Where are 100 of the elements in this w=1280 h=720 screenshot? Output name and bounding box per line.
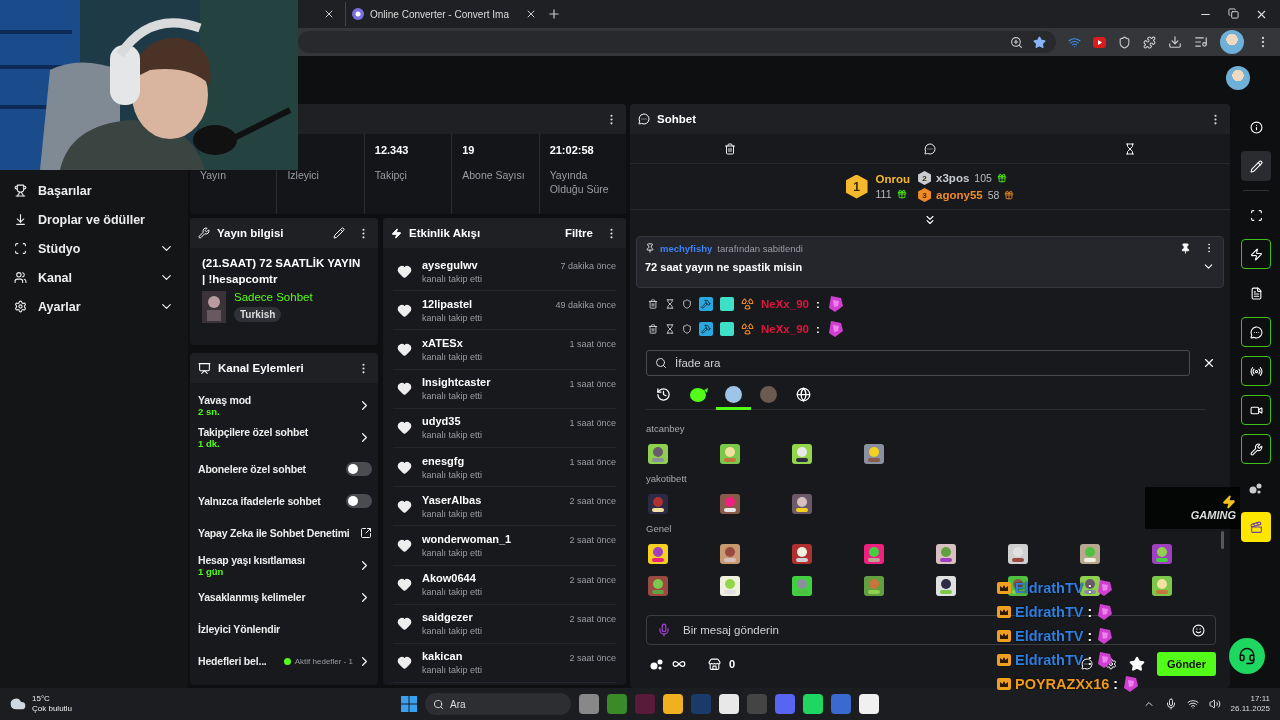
settings-icon[interactable] xyxy=(1104,658,1117,670)
category-link[interactable]: Sadece Sohbet xyxy=(234,291,313,304)
chat-username[interactable]: NeXx_90 xyxy=(761,297,809,310)
emote-icon[interactable] xyxy=(862,574,886,598)
trash-icon[interactable] xyxy=(648,323,658,334)
bookmark-star-icon[interactable] xyxy=(1033,35,1046,49)
zoom-icon[interactable] xyxy=(1010,35,1023,49)
emote-icon[interactable] xyxy=(790,492,814,516)
shield-icon[interactable] xyxy=(682,323,692,334)
taskbar-search[interactable]: Ara xyxy=(425,693,571,715)
emoji-icon[interactable] xyxy=(1192,623,1205,637)
emote-icon[interactable] xyxy=(790,574,814,598)
microphone-icon[interactable] xyxy=(1164,698,1177,710)
action-label[interactable]: Yasaklanmış kelimeler xyxy=(198,591,306,603)
app-icon[interactable] xyxy=(663,694,683,714)
toggle-switch[interactable] xyxy=(346,462,372,476)
tab-close-icon[interactable] xyxy=(323,8,335,20)
emote-search-field[interactable]: İfade ara xyxy=(673,356,1181,370)
emote-icon[interactable] xyxy=(718,442,742,466)
app-icon[interactable] xyxy=(803,694,823,714)
action-label[interactable]: Abonelere özel sohbet xyxy=(198,463,306,475)
action-label[interactable]: Yalnızca ifadelerle sohbet xyxy=(198,495,321,507)
star-icon[interactable] xyxy=(1128,656,1145,672)
emote-icon[interactable] xyxy=(790,542,814,566)
action-label[interactable]: Yapay Zeka ile Sohbet Denetimi xyxy=(198,527,350,539)
shield-icon[interactable] xyxy=(682,298,692,309)
volume-icon[interactable] xyxy=(1208,698,1221,710)
hourglass-icon[interactable] xyxy=(665,323,675,334)
app-icon[interactable] xyxy=(859,694,879,714)
start-icon[interactable] xyxy=(401,696,417,712)
restore-icon[interactable] xyxy=(1228,7,1239,19)
app-icon[interactable] xyxy=(775,694,795,714)
sidebar-item[interactable]: Başarılar xyxy=(0,176,188,205)
emote-icon[interactable] xyxy=(718,542,742,566)
emote-icon[interactable] xyxy=(646,442,670,466)
wrench-button[interactable] xyxy=(1241,434,1271,464)
emote-icon[interactable] xyxy=(934,542,958,566)
support-button[interactable] xyxy=(1229,638,1265,674)
search-box[interactable]: İfade ara xyxy=(646,350,1190,376)
emote-icon[interactable] xyxy=(934,574,958,598)
download-icon[interactable] xyxy=(1168,35,1182,49)
network-icon[interactable] xyxy=(1186,698,1199,710)
unpin-icon[interactable] xyxy=(1180,242,1191,254)
sidebar-item[interactable]: Stüdyo xyxy=(0,234,188,263)
scroll-down-icon[interactable] xyxy=(923,213,937,227)
chat-button[interactable] xyxy=(1241,317,1271,347)
profile-avatar[interactable] xyxy=(1220,30,1244,54)
app-icon[interactable] xyxy=(831,694,851,714)
emote-icon[interactable] xyxy=(790,442,814,466)
store-icon[interactable] xyxy=(708,657,721,671)
lightning-button[interactable] xyxy=(1241,239,1271,269)
sidebar-item[interactable]: Kanal xyxy=(0,263,188,292)
event-text: kanalı takip etti xyxy=(422,469,484,480)
chat-username[interactable]: NeXx_90 xyxy=(761,322,809,335)
emote-icon[interactable] xyxy=(646,542,670,566)
action-label[interactable]: Takipçilere özel sohbet xyxy=(198,425,309,438)
emote-icon[interactable] xyxy=(1006,542,1030,566)
broadcast-button[interactable] xyxy=(1241,356,1271,386)
action-label[interactable]: Hesap yaşı kısıtlaması xyxy=(198,553,306,566)
media-icon[interactable] xyxy=(1194,35,1208,49)
action-label[interactable]: İzleyici Yönlendir xyxy=(198,623,280,635)
trash-icon[interactable] xyxy=(724,142,736,155)
filter-button[interactable]: Filtre xyxy=(564,227,593,239)
blob-icon xyxy=(689,387,708,402)
browser-tab[interactable]: Online Converter - Convert Ima xyxy=(345,2,515,26)
shield-icon[interactable] xyxy=(1118,35,1131,49)
emote-icon[interactable] xyxy=(862,542,886,566)
app-icon[interactable] xyxy=(579,694,599,714)
sidebar-item[interactable]: Droplar ve ödüller xyxy=(0,205,188,234)
close-icon[interactable] xyxy=(1202,356,1216,370)
signal-icon[interactable] xyxy=(1068,35,1081,49)
emote-icon[interactable] xyxy=(646,492,670,516)
send-button[interactable]: Gönder xyxy=(1156,652,1216,676)
emote-icon[interactable] xyxy=(1078,542,1102,566)
emote-icon xyxy=(1096,650,1115,670)
clapperboard-button[interactable] xyxy=(1241,512,1271,542)
app-icon[interactable] xyxy=(719,694,739,714)
sidebar-item[interactable]: Ayarlar xyxy=(0,292,188,321)
emote-icon[interactable] xyxy=(718,574,742,598)
edit-icon[interactable] xyxy=(333,227,345,239)
hourglass-icon[interactable] xyxy=(1124,142,1136,155)
emote-icon[interactable] xyxy=(862,442,886,466)
camera-button[interactable] xyxy=(1241,395,1271,425)
emote-icon[interactable] xyxy=(1150,542,1174,566)
emote-icon[interactable] xyxy=(718,492,742,516)
user-avatar[interactable] xyxy=(1226,66,1250,90)
play-icon[interactable] xyxy=(1093,36,1106,48)
action-label[interactable]: Hedefleri bel... xyxy=(198,655,267,667)
pencil-button[interactable] xyxy=(1241,151,1271,181)
app-icon[interactable] xyxy=(607,694,627,714)
puzzle-icon[interactable] xyxy=(1143,35,1156,49)
emote-icon[interactable] xyxy=(646,574,670,598)
action-label[interactable]: Yavaş mod xyxy=(198,393,252,406)
emote-icon[interactable] xyxy=(1150,574,1174,598)
chat-icon[interactable] xyxy=(924,142,936,155)
trash-icon[interactable] xyxy=(648,298,658,309)
hourglass-icon[interactable] xyxy=(665,298,675,309)
new-tab-icon[interactable] xyxy=(546,7,561,21)
toggle-switch[interactable] xyxy=(346,494,372,508)
follower-name: xATESx xyxy=(422,336,464,349)
